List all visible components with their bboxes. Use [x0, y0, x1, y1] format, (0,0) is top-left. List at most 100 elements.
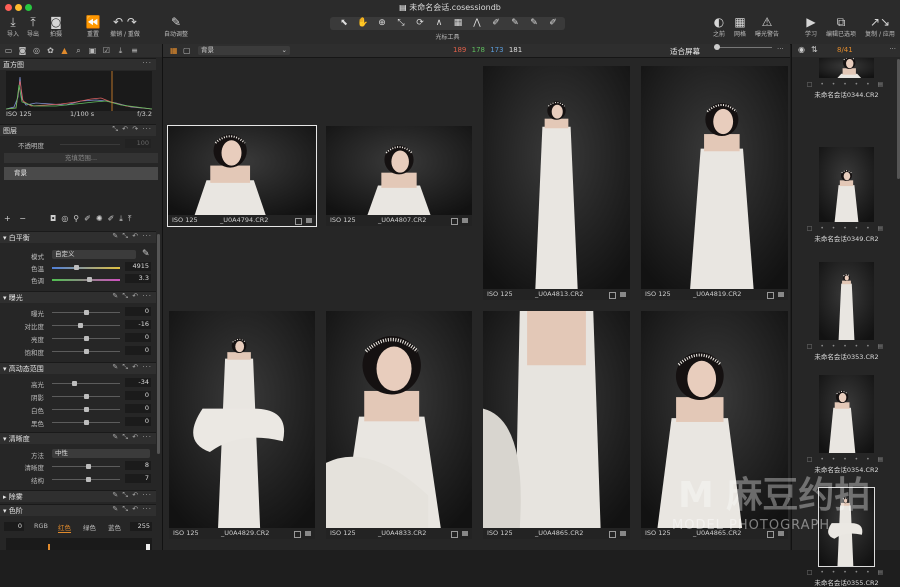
remove-layer-icon[interactable]: −: [19, 214, 26, 223]
cursor-tool-2-icon[interactable]: ⊕: [372, 17, 392, 30]
exposure-warning-button[interactable]: ⚠ 曝光警告: [752, 14, 782, 44]
clarity-value-1[interactable]: 7: [125, 474, 151, 483]
layer-mask-tools-icon[interactable]: ◘◎⚲✐✺✐⤓⤒: [50, 214, 136, 224]
clarity-knob-1[interactable]: [85, 477, 91, 482]
exposure-knob-3[interactable]: [83, 349, 89, 354]
levels-channel-rgb[interactable]: RGB: [34, 522, 48, 530]
layers-actions-icon[interactable]: ⤡ ↶ ↷ ···: [112, 125, 152, 134]
metadata-tab-icon[interactable]: ☑: [102, 46, 111, 55]
cursor-tool-11-icon[interactable]: ✐: [543, 17, 563, 30]
clarity-value-0[interactable]: 8: [125, 461, 151, 470]
clarity-method-select[interactable]: 中性: [52, 449, 150, 458]
select-checkbox[interactable]: [609, 531, 616, 538]
edit-selected-button[interactable]: ⧉ 编辑已选项: [823, 14, 859, 44]
exposure-knob-2[interactable]: [83, 336, 89, 341]
learn-button[interactable]: ▶ 学习: [797, 14, 825, 44]
clarity-knob-0[interactable]: [86, 464, 92, 469]
exposure-slider-2[interactable]: [52, 336, 120, 341]
exposure-slider-0[interactable]: [52, 310, 120, 315]
photo-thumbnail[interactable]: ISO 125 _U0A4813.CR2: [483, 66, 630, 300]
levels-channel-blue[interactable]: 蓝色: [108, 522, 121, 532]
levels-graph[interactable]: [6, 538, 152, 550]
select-checkbox[interactable]: [451, 218, 458, 225]
detail-tab-icon[interactable]: ⌕: [74, 46, 83, 55]
cursor-tool-10-icon[interactable]: ✎: [524, 17, 544, 30]
cursor-tool-0-icon[interactable]: ⬉: [334, 17, 354, 30]
output-tab-icon[interactable]: ⤓: [116, 46, 125, 55]
hdr-knob-1[interactable]: [83, 394, 89, 399]
rating-dots[interactable]: □ • • • • • ▤: [792, 569, 900, 576]
wb-mode-select[interactable]: 自定义: [52, 250, 136, 259]
exposure-section-header[interactable]: ▾ 曝光 ✎ ⤡ ↶ ···: [0, 291, 156, 303]
cursor-tool-8-icon[interactable]: ✐: [486, 17, 506, 30]
photo-thumbnail[interactable]: ISO 125 _U0A4819.CR2: [641, 66, 788, 300]
hdr-slider-0[interactable]: [52, 381, 120, 386]
more-icon[interactable]: ···: [142, 59, 152, 67]
wb-tint-slider[interactable]: [52, 277, 120, 282]
cursor-tool-9-icon[interactable]: ✎: [505, 17, 525, 30]
clarity-slider-1[interactable]: [52, 477, 120, 482]
levels-section-header[interactable]: ▾ 色阶 ✎ ⤡ ↶ ···: [0, 504, 156, 516]
select-checkbox[interactable]: [767, 292, 774, 299]
section-actions-icon[interactable]: ✎ ⤡ ↶ ···: [112, 433, 152, 442]
wb-kelvin-knob[interactable]: [74, 265, 79, 270]
hdr-knob-3[interactable]: [83, 420, 89, 425]
levels-input-high[interactable]: 255: [130, 522, 152, 531]
rating-dots[interactable]: □ • • • • • ▤: [792, 456, 900, 463]
hdr-value-1[interactable]: 0: [125, 391, 151, 400]
info-icon[interactable]: [305, 531, 311, 536]
select-checkbox[interactable]: [294, 531, 301, 538]
lens-tab-icon[interactable]: ◎: [32, 46, 41, 55]
layers-section-header[interactable]: 图层 ⤡ ↶ ↷ ···: [0, 124, 156, 136]
histogram-section-header[interactable]: 直方图 ···: [0, 58, 156, 70]
adjust-tab-icon[interactable]: ▣: [88, 46, 97, 55]
batch-tab-icon[interactable]: ≡: [130, 46, 139, 55]
more-icon[interactable]: ···: [889, 45, 896, 53]
undo-redo-button[interactable]: ↶ ↷ 撤销 / 重做: [108, 14, 142, 44]
hdr-knob-2[interactable]: [83, 407, 89, 412]
wb-tint-value[interactable]: 3.3: [125, 274, 151, 283]
color-tab-icon[interactable]: ✿: [46, 46, 55, 55]
levels-channel-green[interactable]: 绿色: [83, 522, 96, 532]
browser-thumbnail[interactable]: [819, 147, 874, 222]
sort-icon[interactable]: ⇅: [811, 45, 818, 54]
capture-button[interactable]: ◙ 拍摄: [42, 14, 70, 44]
background-layer-item[interactable]: 背景: [4, 167, 158, 180]
photo-thumbnail[interactable]: ISO 125 _U0A4865.CR2: [483, 311, 630, 539]
auto-adjust-button[interactable]: ✎ 自动调整: [160, 14, 192, 44]
cursor-tool-6-icon[interactable]: ▦: [448, 17, 468, 30]
levels-channel-red[interactable]: 红色: [58, 522, 71, 533]
hdr-value-0[interactable]: -34: [125, 378, 151, 387]
exposure-knob-0[interactable]: [83, 310, 89, 315]
hdr-section-header[interactable]: ▾ 高动态范围 ✎ ⤡ ↶ ···: [0, 362, 156, 374]
wb-tint-knob[interactable]: [87, 277, 92, 282]
hdr-slider-2[interactable]: [52, 407, 120, 412]
exposure-slider-3[interactable]: [52, 349, 120, 354]
grid-button[interactable]: ▦ 网格: [726, 14, 754, 44]
info-icon[interactable]: [462, 531, 468, 536]
section-actions-icon[interactable]: ✎ ⤡ ↶ ···: [112, 505, 152, 514]
exposure-tab-icon[interactable]: ▲: [60, 46, 69, 55]
hdr-value-2[interactable]: 0: [125, 404, 151, 413]
capture-tab-icon[interactable]: ◙: [18, 46, 27, 55]
rating-dots[interactable]: □ • • • • • ▤: [792, 225, 900, 232]
exposure-slider-1[interactable]: [52, 323, 120, 328]
exposure-value-0[interactable]: 0: [125, 307, 151, 316]
reset-button[interactable]: ⏪ 重置: [79, 14, 107, 44]
cursor-tool-7-icon[interactable]: ⋀: [467, 17, 487, 30]
info-icon[interactable]: [306, 218, 312, 223]
info-icon[interactable]: [462, 218, 468, 223]
rating-dots[interactable]: □ • • • • • ▤: [792, 81, 900, 88]
zoom-slider-knob[interactable]: [714, 44, 720, 50]
info-icon[interactable]: [620, 531, 626, 536]
cursor-tool-1-icon[interactable]: ✋: [353, 17, 373, 30]
photo-thumbnail[interactable]: ISO 125 _U0A4794.CR2: [167, 125, 317, 227]
copy-apply-button[interactable]: ↗↘ 复制 / 应用: [862, 14, 898, 44]
exposure-value-2[interactable]: 0: [125, 333, 151, 342]
white-balance-section-header[interactable]: ▾ 白平衡 ✎ ⤡ ↶ ···: [0, 231, 156, 243]
exposure-knob-1[interactable]: [78, 323, 84, 328]
info-icon[interactable]: [778, 292, 784, 297]
browser-thumbnail[interactable]: [819, 56, 874, 78]
eyedropper-icon[interactable]: ✎: [142, 249, 150, 259]
section-actions-icon[interactable]: ✎ ⤡ ↶ ···: [112, 363, 152, 372]
